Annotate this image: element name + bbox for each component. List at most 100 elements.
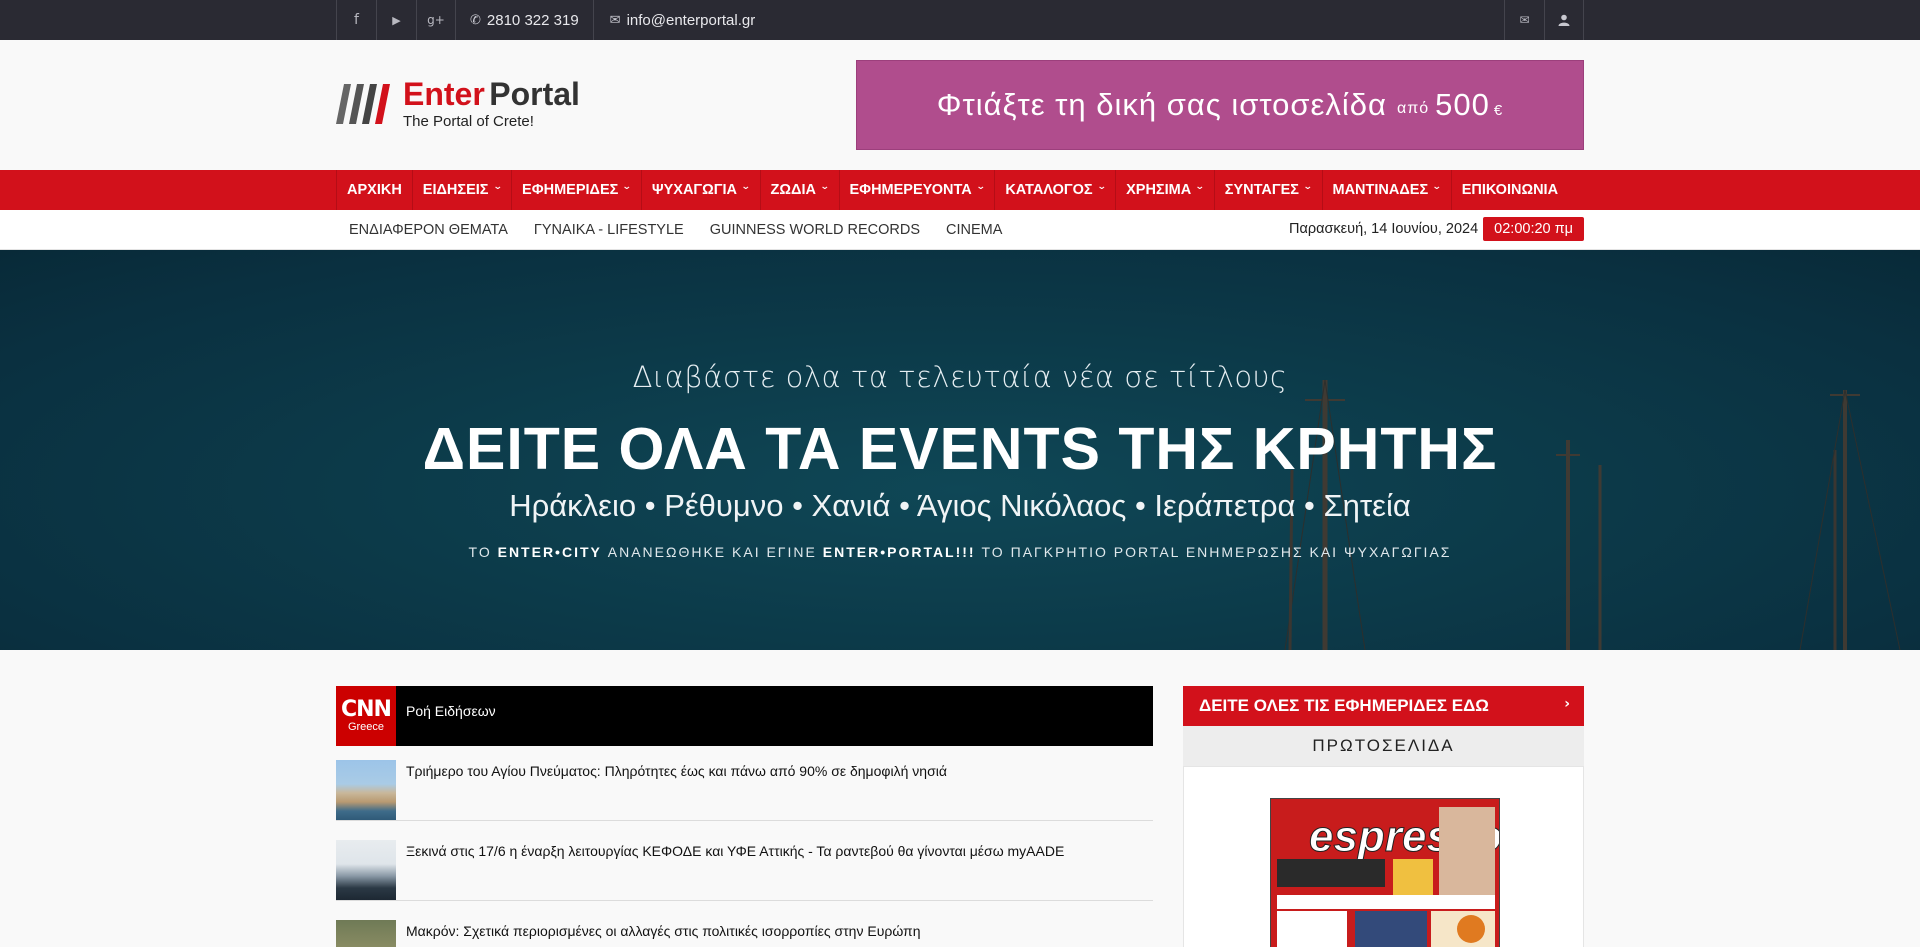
banner-from: από [1396, 100, 1430, 117]
nav-item-label: ΧΡΗΣΙΜΑ [1126, 182, 1192, 198]
current-time: 02:00:20 πμ [1483, 217, 1584, 241]
main-nav-items: ΑΡΧΙΚΗ ΕΙΔΗΣΕΙΣ ⌄ ΕΦΗΜΕΡΙΔΕΣ ⌄ ΨΥΧΑΓΩΓΙΑ ⌄ ΖΩΔΙ… [336, 170, 1568, 210]
news-thumbnail [336, 840, 396, 900]
news-feed-header: CNN Greece Ροή Ειδήσεων [336, 686, 1153, 746]
nav-item-useful[interactable]: ΧΡΗΣΙΜΑ ⌄ [1115, 170, 1214, 210]
front-pages-carousel: espresso [1183, 766, 1584, 947]
top-bar-actions: ✉ [1504, 0, 1584, 40]
nav-item-label: ΕΠΙΚΟΙΝΩΝΙΑ [1461, 182, 1559, 198]
ad-banner[interactable]: Φτιάξτε τη δική σας ιστοσελίδα από 500 € [856, 60, 1584, 150]
news-headline: Ξεκινά στις 17/6 η έναρξη λειτουργίας ΚΕ… [406, 843, 1065, 859]
all-newspapers-button[interactable]: ΔΕΙΤΕ ΟΛΕΣ ΤΙΣ ΕΦΗΜΕΡΙΔΕΣ ΕΔΩ › [1183, 686, 1584, 726]
main-nav: ΑΡΧΙΚΗ ΕΙΔΗΣΕΙΣ ⌄ ΕΦΗΜΕΡΙΔΕΣ ⌄ ΨΥΧΑΓΩΓΙΑ ⌄ ΖΩΔΙ… [0, 170, 1920, 210]
newspaper-front-page-image: espresso [1271, 799, 1499, 947]
sub-nav: ΕΝΔΙΑΦΕΡΟΝ ΘΕΜΑΤΑ ΓΥΝΑΙΚΑ - LIFESTYLE GU… [0, 210, 1920, 250]
news-item[interactable]: Ξεκινά στις 17/6 η έναρξη λειτουργίας ΚΕ… [336, 840, 1153, 901]
nav-item-contact[interactable]: ΕΠΙΚΟΙΝΩΝΙΑ [1450, 170, 1568, 210]
news-feed-title: Ροή Ειδήσεων [406, 703, 496, 719]
hero-title: ΔΕΙΤΕ ΟΛΑ ΤΑ EVENTS ΤΗΣ ΚΡΗΤΗΣ [422, 416, 1498, 482]
nav-item-mantinades[interactable]: ΜΑΝΤΙΝΑΔΕΣ ⌄ [1321, 170, 1451, 210]
hero-cities: Ηράκλειο • Ρέθυμνο • Χανιά • Άγιος Νικόλ… [509, 488, 1411, 523]
logo-text: Enter Portal The Portal of Crete! [403, 76, 580, 130]
nav-item-label: ΚΑΤΑΛΟΓΟΣ [1005, 182, 1093, 198]
chevron-down-icon: ⌄ [819, 182, 830, 192]
news-item[interactable]: Μακρόν: Σχετικά περιορισμένες οι αλλαγές… [336, 920, 1153, 947]
date-time: Παρασκευή, 14 Ιουνίου, 2024 02:00:20 πμ [1289, 217, 1584, 241]
nav-item-recipes[interactable]: ΣΥΝΤΑΓΕΣ ⌄ [1213, 170, 1322, 210]
all-newspapers-label: ΔΕΙΤΕ ΟΛΕΣ ΤΙΣ ΕΦΗΜΕΡΙΔΕΣ ΕΔΩ [1199, 696, 1489, 715]
cnn-greece-logo[interactable]: CNN Greece [336, 686, 396, 746]
logo-mark-icon [336, 84, 390, 124]
phone-contact: ✆ 2810 322 319 [456, 0, 594, 40]
logo-tagline: The Portal of Crete! [403, 113, 534, 130]
logo-portal: Portal [489, 76, 580, 112]
logo-enter: Enter [403, 76, 485, 112]
nav-item-entertainment[interactable]: ΨΥΧΑΓΩΓΙΑ ⌄ [640, 170, 760, 210]
hero-note-mid: ΑΝΑΝΕΩΘΗΚΕ ΚΑΙ ΕΓΙΝΕ [601, 544, 823, 560]
nav-item-home[interactable]: ΑΡΧΙΚΗ [336, 170, 412, 210]
cnn-logo-text: CNN [341, 696, 392, 722]
nav-item-zodiac[interactable]: ΖΩΔΙΑ ⌄ [759, 170, 839, 210]
hero-section: Διαβάστε ολα τα τελευταία νέα σε τίτλους… [0, 250, 1920, 650]
news-headline: Μακρόν: Σχετικά περιορισμένες οι αλλαγές… [406, 923, 921, 939]
hero-note-prefix: ΤΟ [468, 544, 498, 560]
sub-nav-inner: ΕΝΔΙΑΦΕΡΟΝ ΘΕΜΑΤΑ ΓΥΝΑΙΚΑ - LIFESTYLE GU… [336, 210, 1584, 250]
chevron-down-icon: ⌄ [975, 182, 986, 192]
nav-item-on-duty[interactable]: ΕΦΗΜΕΡΕΥΟΝΤΑ ⌄ [838, 170, 995, 210]
envelope-icon: ✉ [609, 12, 621, 28]
phone-icon: ✆ [470, 12, 481, 28]
chevron-down-icon: ⌄ [1195, 182, 1205, 192]
current-date: Παρασκευή, 14 Ιουνίου, 2024 [1288, 221, 1479, 237]
newspaper-front-page[interactable]: espresso [1270, 798, 1500, 947]
hero-note: ΤΟ ENTER•CITY ΑΝΑΝΕΩΘΗΚΕ ΚΑΙ ΕΓΙΝΕ ENTER… [0, 544, 1920, 560]
subnav-item-cinema[interactable]: CINEMA [933, 222, 1015, 238]
news-headline: Τριήμερο του Αγίου Πνεύματος: Πληρότητες… [406, 763, 947, 779]
nav-item-label: ΖΩΔΙΑ [770, 182, 816, 198]
subnav-item-lifestyle[interactable]: ΓΥΝΑΙΚΑ - LIFESTYLE [521, 222, 697, 238]
chevron-down-icon: ⌄ [492, 182, 503, 192]
google-plus-icon[interactable]: g+ [416, 0, 456, 40]
chevron-down-icon: ⌄ [1096, 182, 1107, 192]
chevron-right-icon: › [1564, 696, 1570, 712]
cnn-logo-sub: Greece [347, 720, 385, 733]
subnav-item-guinness[interactable]: GUINNESS WORLD RECORDS [697, 222, 933, 238]
nav-item-label: ΕΦΗΜΕΡΙΔΕΣ [522, 182, 619, 198]
hero-subtitle: Διαβάστε ολα τα τελευταία νέα σε τίτλους [632, 360, 1288, 394]
youtube-icon[interactable]: ▶ [376, 0, 416, 40]
email-contact[interactable]: ✉ info@enterportal.gr [594, 0, 772, 40]
front-pages-heading: ΠΡΩΤΟΣΕΛΙΔΑ [1183, 726, 1584, 766]
nav-item-directory[interactable]: ΚΑΤΑΛΟΓΟΣ ⌄ [994, 170, 1115, 210]
hero-note-entercity: ENTER•CITY [497, 544, 602, 560]
user-icon-shape [1558, 14, 1570, 26]
newspapers-sidebar: ΔΕΙΤΕ ΟΛΕΣ ΤΙΣ ΕΦΗΜΕΡΙΔΕΣ ΕΔΩ › ΠΡΩΤΟΣΕΛ… [1183, 686, 1584, 947]
site-header: Enter Portal The Portal of Crete! Φτιάξτ… [0, 40, 1920, 170]
user-icon[interactable] [1544, 0, 1584, 40]
banner-currency: € [1493, 101, 1504, 119]
nav-item-news[interactable]: ΕΙΔΗΣΕΙΣ ⌄ [411, 170, 511, 210]
top-bar-inner: f ▶ g+ ✆ 2810 322 319 ✉ info@enterportal… [336, 0, 1584, 40]
nav-item-label: ΨΥΧΑΓΩΓΙΑ [651, 182, 737, 198]
nav-item-label: ΑΡΧΙΚΗ [347, 182, 402, 198]
banner-text: Φτιάξτε τη δική σας ιστοσελίδα [936, 87, 1387, 122]
nav-item-label: ΣΥΝΤΑΓΕΣ [1224, 182, 1299, 198]
chevron-down-icon: ⌄ [1302, 182, 1313, 192]
chevron-down-icon: ⌄ [622, 182, 633, 192]
hero-note-enterportal: ENTER•PORTAL!!! [822, 544, 976, 560]
facebook-icon[interactable]: f [336, 0, 376, 40]
subnav-item-featured[interactable]: ΕΝΔΙΑΦΕΡΟΝ ΘΕΜΑΤΑ [336, 222, 521, 238]
news-thumbnail [336, 920, 396, 947]
chevron-down-icon: ⌄ [1432, 182, 1442, 192]
nav-item-newspapers[interactable]: ΕΦΗΜΕΡΙΔΕΣ ⌄ [511, 170, 641, 210]
nav-item-label: ΜΑΝΤΙΝΑΔΕΣ [1332, 182, 1429, 198]
news-feed: CNN Greece Ροή Ειδήσεων Τριήμερο του Αγί… [336, 686, 1153, 947]
hero-note-suffix: ΤΟ ΠΑΓΚΡΗΤΙΟ PORTAL ΕΝΗΜΕΡΩΣΗΣ ΚΑΙ ΨΥΧΑΓ… [975, 544, 1452, 560]
site-logo[interactable]: Enter Portal The Portal of Crete! [336, 76, 596, 132]
chevron-down-icon: ⌄ [740, 182, 751, 192]
top-bar: f ▶ g+ ✆ 2810 322 319 ✉ info@enterportal… [0, 0, 1920, 40]
news-item[interactable]: Τριήμερο του Αγίου Πνεύματος: Πληρότητες… [336, 760, 1153, 821]
banner-price: 500 [1435, 87, 1490, 122]
phone-number: 2810 322 319 [486, 11, 579, 29]
news-thumbnail [336, 760, 396, 820]
email-address: info@enterportal.gr [626, 11, 756, 29]
envelope-icon[interactable]: ✉ [1504, 0, 1544, 40]
